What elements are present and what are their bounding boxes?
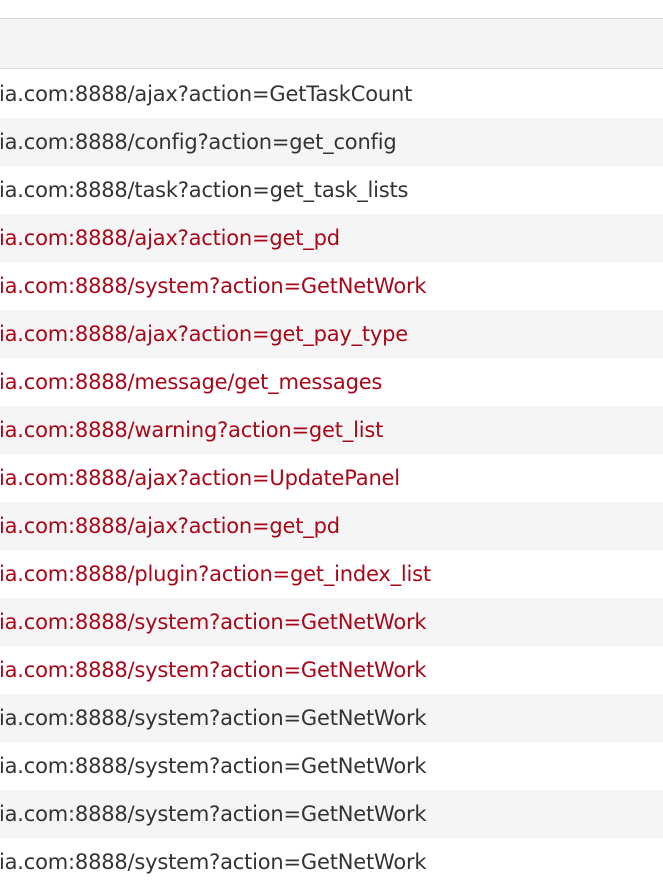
request-row[interactable]: ia.com:8888/ajax?action=get_pay_type [0, 310, 663, 358]
request-url: ia.com:8888/message/get_messages [0, 370, 383, 394]
request-row[interactable]: ia.com:8888/config?action=get_config [0, 118, 663, 166]
request-url: ia.com:8888/system?action=GetNetWork [0, 706, 427, 730]
request-url: ia.com:8888/config?action=get_config [0, 130, 397, 154]
request-url: ia.com:8888/system?action=GetNetWork [0, 274, 427, 298]
request-row[interactable]: ia.com:8888/system?action=GetNetWork [0, 262, 663, 310]
request-list: ia.com:8888/ajax?action=GetTaskCount ia.c… [0, 70, 663, 886]
request-row[interactable]: ia.com:8888/plugin?action=get_index_list [0, 550, 663, 598]
request-row[interactable]: ia.com:8888/task?action=get_task_lists [0, 166, 663, 214]
request-url: ia.com:8888/plugin?action=get_index_list [0, 562, 431, 586]
request-url: ia.com:8888/ajax?action=get_pd [0, 226, 340, 250]
request-row[interactable]: ia.com:8888/system?action=GetNetWork [0, 694, 663, 742]
request-row[interactable]: ia.com:8888/system?action=GetNetWork [0, 790, 663, 838]
request-url: ia.com:8888/ajax?action=get_pay_type [0, 322, 409, 346]
request-url: ia.com:8888/task?action=get_task_lists [0, 178, 409, 202]
request-row[interactable]: ia.com:8888/system?action=GetNetWork [0, 646, 663, 694]
request-row[interactable]: ia.com:8888/ajax?action=get_pd [0, 502, 663, 550]
request-url: ia.com:8888/ajax?action=get_pd [0, 514, 340, 538]
request-row[interactable]: ia.com:8888/ajax?action=get_pd [0, 214, 663, 262]
request-row[interactable]: ia.com:8888/ajax?action=GetTaskCount [0, 70, 663, 118]
request-url: ia.com:8888/warning?action=get_list [0, 418, 384, 442]
request-row[interactable]: ia.com:8888/ajax?action=UpdatePanel [0, 454, 663, 502]
request-url: ia.com:8888/system?action=GetNetWork [0, 658, 427, 682]
request-url: ia.com:8888/ajax?action=UpdatePanel [0, 466, 400, 490]
request-row[interactable]: ia.com:8888/system?action=GetNetWork [0, 598, 663, 646]
request-row[interactable]: ia.com:8888/warning?action=get_list [0, 406, 663, 454]
request-url: ia.com:8888/system?action=GetNetWork [0, 754, 427, 778]
request-row[interactable]: ia.com:8888/message/get_messages [0, 358, 663, 406]
request-url: ia.com:8888/system?action=GetNetWork [0, 802, 427, 826]
request-row[interactable]: ia.com:8888/system?action=GetNetWork [0, 742, 663, 790]
request-list-header [0, 19, 663, 69]
request-url: ia.com:8888/system?action=GetNetWork [0, 610, 427, 634]
request-url: ia.com:8888/ajax?action=GetTaskCount [0, 82, 413, 106]
network-request-list-panel: ia.com:8888/ajax?action=GetTaskCount ia.c… [0, 0, 663, 886]
